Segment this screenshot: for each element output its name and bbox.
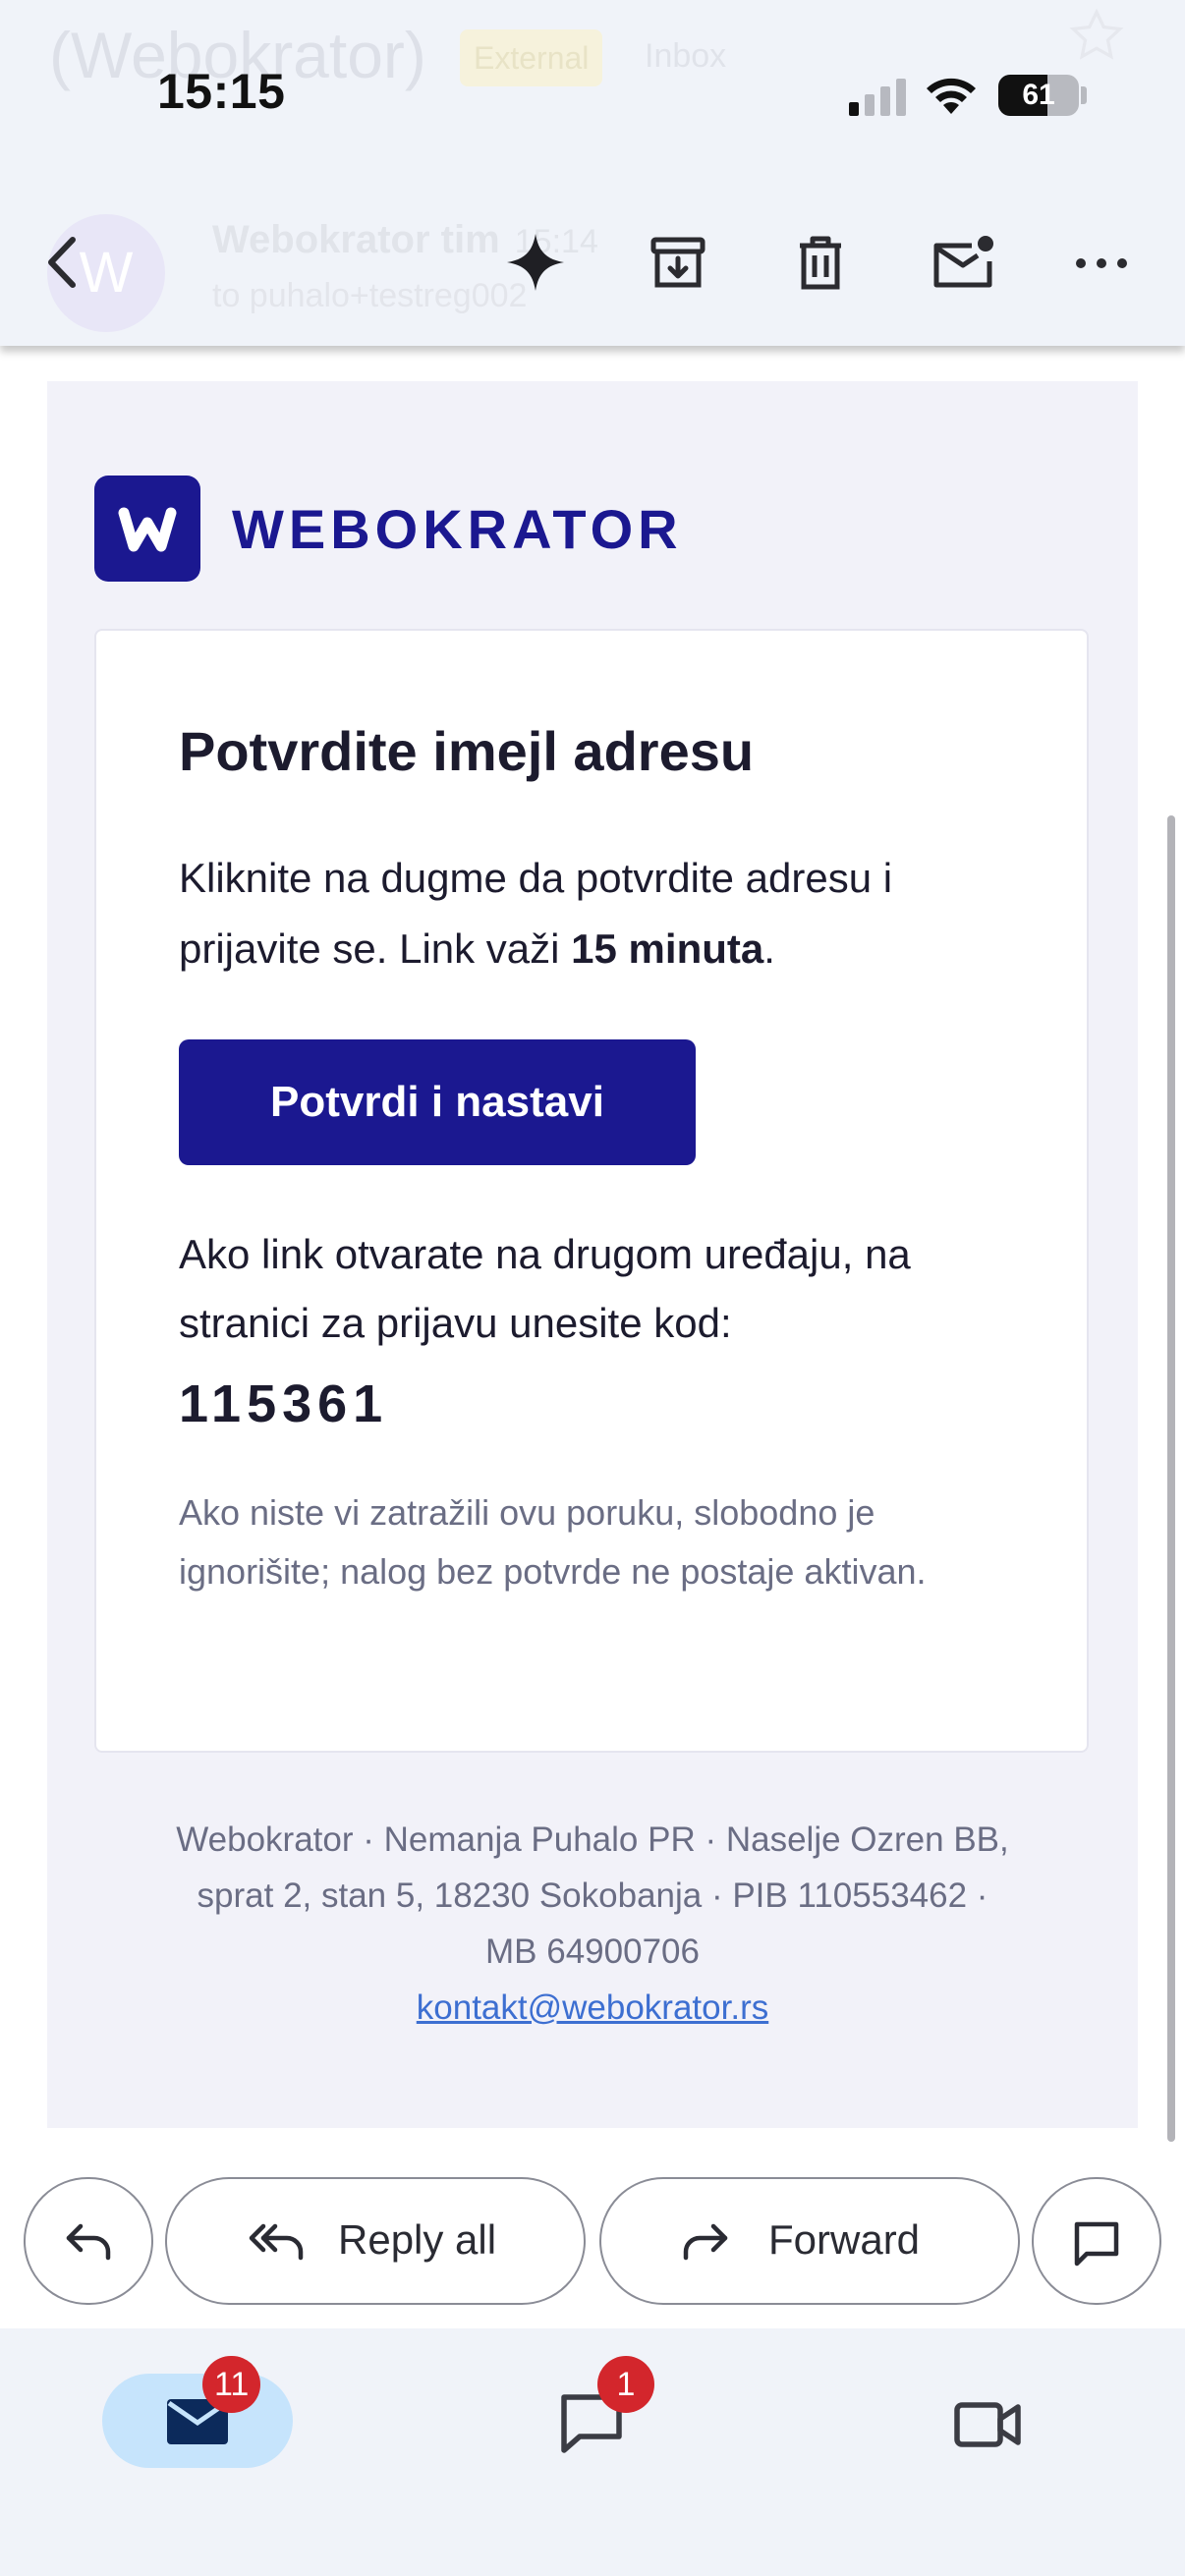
status-time: 15:15: [157, 64, 286, 119]
ignore-note: Ako niste vi zatražili ovu poruku, slobo…: [179, 1492, 927, 1592]
wifi-icon: [927, 78, 976, 114]
ghost-external-badge: External: [460, 29, 603, 86]
forward-label: Forward: [768, 2216, 921, 2263]
code-instruction: Ako link otvarate na drugom uređaju, na …: [179, 1231, 911, 1346]
reply-button[interactable]: [24, 2177, 153, 2305]
ghost-sender-text: Webokrator tim: [212, 218, 500, 261]
instruction-end: .: [763, 925, 775, 972]
nav-mail-tab[interactable]: [102, 2374, 293, 2468]
battery-level: 61: [1022, 79, 1055, 111]
scrollbar[interactable]: [1167, 815, 1175, 2142]
star-icon: [1069, 8, 1124, 60]
trash-icon[interactable]: [786, 228, 855, 297]
ghost-recipient: to puhalo+testreg002: [212, 277, 528, 314]
bottom-navigation: 11 1: [0, 2328, 1185, 2576]
chat-bubble-icon: [1074, 2221, 1119, 2267]
confirm-continue-button[interactable]: Potvrdi i nastavi: [179, 1039, 696, 1165]
chat-badge: 1: [597, 2356, 654, 2413]
webokrator-logo: [94, 476, 200, 582]
reply-all-icon: [249, 2223, 304, 2261]
email-footer: Webokrator · Nemanja Puhalo PR · Naselje…: [106, 1812, 1079, 2036]
footer-line-1: Webokrator · Nemanja Puhalo PR · Naselje…: [176, 1820, 1009, 1859]
sparkle-icon[interactable]: [501, 228, 570, 297]
email-title: Potvrdite imejl adresu: [179, 720, 755, 782]
email-instruction: Kliknite na dugme da potvrdite adresu i …: [179, 843, 1024, 984]
reply-all-label: Reply all: [338, 2216, 497, 2263]
battery-cap: [1081, 86, 1087, 104]
contact-email-link[interactable]: kontakt@webokrator.rs: [417, 1988, 768, 2027]
instruction-duration: 15 minuta: [571, 925, 764, 972]
battery-icon: 61: [998, 75, 1079, 116]
nav-meet-icon[interactable]: [953, 2399, 1022, 2450]
mark-unread-icon[interactable]: [929, 228, 997, 297]
reply-icon: [66, 2223, 111, 2261]
footer-line-3: MB 64900706: [485, 1932, 700, 1971]
ghost-inbox-label: Inbox: [645, 37, 727, 75]
brand-name: WEBOKRATOR: [232, 498, 683, 560]
logo-w-icon: [118, 507, 177, 552]
forward-icon: [683, 2223, 728, 2261]
mail-badge: 11: [202, 2356, 261, 2413]
reply-all-button[interactable]: Reply all: [165, 2177, 586, 2305]
verification-code: 115361: [179, 1374, 389, 1433]
footer-line-2: sprat 2, stan 5, 18230 Sokobanja · PIB 1…: [197, 1876, 988, 1915]
cellular-signal-icon: [849, 79, 906, 116]
email-card: Potvrdite imejl adresu Kliknite na dugme…: [94, 629, 1089, 1753]
email-body: WEBOKRATOR Potvrdite imejl adresu Klikni…: [47, 381, 1138, 2128]
more-icon[interactable]: [1067, 228, 1136, 297]
forward-button[interactable]: Forward: [599, 2177, 1020, 2305]
back-arrow-icon[interactable]: [29, 228, 98, 297]
chat-reply-button[interactable]: [1032, 2177, 1161, 2305]
top-header: (Webokrator) External Inbox W Webokrator…: [0, 0, 1185, 346]
instruction-text: Kliknite na dugme da potvrdite adresu i …: [179, 855, 893, 972]
archive-icon[interactable]: [644, 228, 712, 297]
